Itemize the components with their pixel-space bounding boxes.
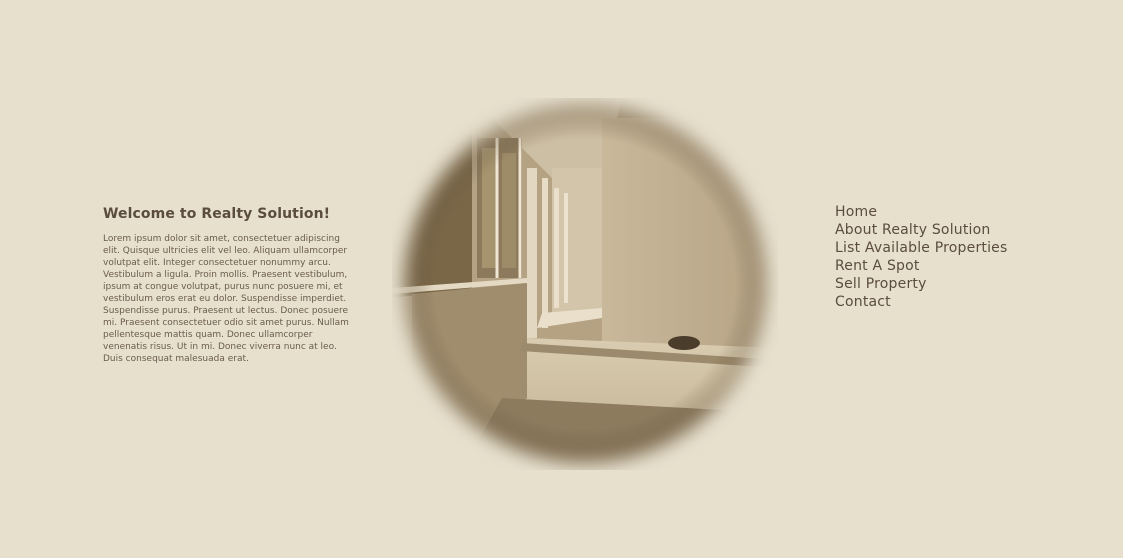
nav-item-sell-property[interactable]: Sell Property	[835, 275, 1008, 293]
nav-item-home[interactable]: Home	[835, 203, 1008, 221]
page: Welcome to Realty Solution! Lorem ipsum …	[0, 0, 1123, 558]
main-nav: Home About Realty Solution List Availabl…	[835, 203, 1008, 311]
hallway-photo	[392, 98, 778, 470]
nav-item-rent-a-spot[interactable]: Rent A Spot	[835, 257, 1008, 275]
nav-item-list-properties[interactable]: List Available Properties	[835, 239, 1008, 257]
welcome-section: Welcome to Realty Solution! Lorem ipsum …	[103, 206, 355, 365]
welcome-body-text: Lorem ipsum dolor sit amet, consectetuer…	[103, 234, 349, 364]
welcome-heading: Welcome to Realty Solution!	[103, 206, 331, 222]
nav-item-contact[interactable]: Contact	[835, 293, 1008, 311]
nav-item-about[interactable]: About Realty Solution	[835, 221, 1008, 239]
